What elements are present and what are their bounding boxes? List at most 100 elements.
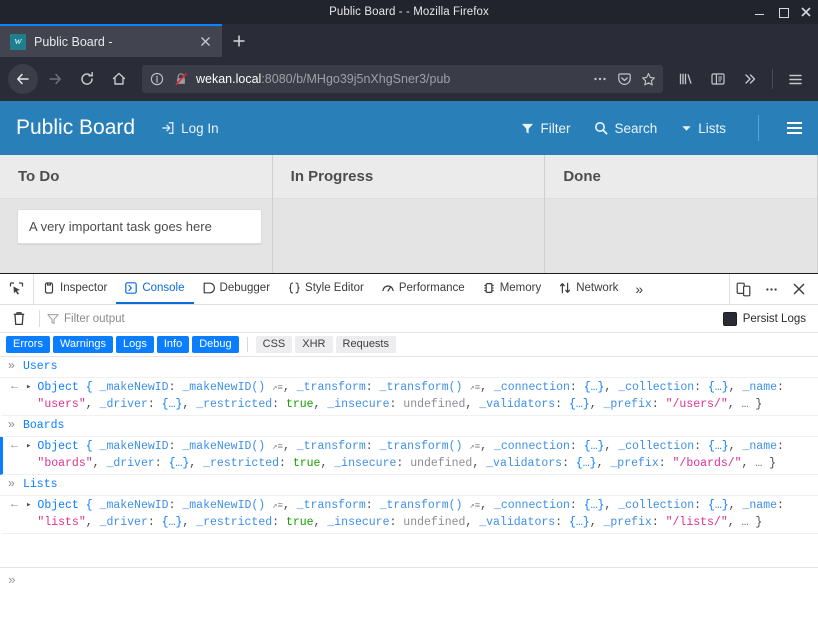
devtools-tab-label: Memory — [500, 282, 542, 294]
devtools-tab-label: Style Editor — [305, 282, 364, 294]
jump-to-definition-icon[interactable]: ↗≡ — [469, 442, 480, 452]
board-lists-button[interactable]: Lists — [681, 121, 726, 136]
devtools-tabbar: Inspector Console Debugger Style Editor … — [0, 274, 818, 305]
jump-to-definition-icon[interactable]: ↗≡ — [469, 501, 480, 511]
console-result-text: Object { _makeNewID: _makeNewID() ↗≡, _t… — [37, 498, 810, 531]
command-arrow-icon: » — [6, 359, 17, 373]
list-body — [273, 199, 545, 273]
filter-chip-info[interactable]: Info — [157, 336, 189, 354]
filter-chip-requests[interactable]: Requests — [336, 336, 396, 354]
filter-chip-warnings[interactable]: Warnings — [53, 336, 113, 354]
login-button[interactable]: Log In — [161, 121, 219, 136]
url-bar[interactable]: wekan.local:8080/b/MHgo39j5nXhgSner3/pub — [142, 65, 663, 93]
persist-logs-checkbox[interactable] — [723, 312, 737, 326]
list-header[interactable]: In Progress — [273, 155, 545, 199]
devtools-tab-console[interactable]: Console — [116, 274, 193, 304]
console-command-text: Boards — [23, 418, 810, 434]
window-title: Public Board - - Mozilla Firefox — [329, 6, 489, 18]
inspector-icon — [43, 282, 55, 294]
filter-chip-css[interactable]: CSS — [256, 336, 293, 354]
page-actions-icon[interactable] — [591, 70, 609, 88]
devtools-panel: Inspector Console Debugger Style Editor … — [0, 273, 818, 625]
devtools-tab-network[interactable]: Network — [550, 274, 627, 304]
chip-divider — [247, 337, 248, 352]
devtools-meatball-menu-icon[interactable] — [758, 274, 784, 304]
back-button-icon[interactable] — [8, 64, 38, 94]
library-icon[interactable] — [671, 64, 701, 94]
filter-chip-debug[interactable]: Debug — [192, 336, 238, 354]
close-button[interactable] — [800, 6, 812, 18]
browser-tab[interactable]: w Public Board - — [0, 24, 222, 57]
bookmark-star-icon[interactable] — [639, 70, 657, 88]
list-title: Done — [563, 168, 601, 185]
list-done[interactable]: Done — [545, 155, 818, 273]
toolbar-divider — [772, 69, 773, 89]
devtools-tab-style-editor[interactable]: Style Editor — [279, 274, 373, 304]
console-input[interactable]: » — [0, 567, 818, 625]
board-filter-button[interactable]: Filter — [521, 121, 570, 136]
jump-to-definition-icon[interactable]: ↗≡ — [272, 383, 283, 393]
list-in-progress[interactable]: In Progress — [273, 155, 546, 273]
sidebar-icon[interactable] — [703, 64, 733, 94]
list-title: In Progress — [291, 168, 374, 185]
console-output[interactable]: » Users ←▸Object { _makeNewID: _makeNewID(… — [0, 357, 818, 567]
devtools-tabs-overflow-icon[interactable]: » — [627, 274, 651, 304]
devtools-tab-inspector[interactable]: Inspector — [34, 274, 116, 304]
forward-button-icon[interactable] — [40, 64, 70, 94]
jump-to-definition-icon[interactable]: ↗≡ — [272, 501, 283, 511]
url-text[interactable]: wekan.local:8080/b/MHgo39j5nXhgSner3/pub — [196, 72, 585, 86]
console-result-row[interactable]: ←▸Object { _makeNewID: _makeNewID() ↗≡, … — [0, 378, 818, 416]
board-search-button[interactable]: Search — [594, 121, 657, 136]
tab-close-icon[interactable] — [196, 33, 214, 51]
console-command-row[interactable]: »Lists — [0, 475, 818, 496]
expand-twisty-icon[interactable]: ▸ — [26, 498, 31, 510]
devtools-tab-performance[interactable]: Performance — [373, 274, 474, 304]
board-card[interactable]: A very important task goes here — [17, 209, 262, 244]
minimize-button[interactable] — [754, 6, 766, 18]
console-result-row[interactable]: ←▸Object { _makeNewID: _makeNewID() ↗≡, … — [0, 437, 818, 475]
tab-title: Public Board - — [34, 35, 188, 49]
insecure-lock-icon[interactable] — [172, 70, 190, 88]
filter-icon — [521, 122, 534, 135]
board-title: Public Board — [16, 116, 135, 140]
devtools-tab-label: Network — [576, 282, 618, 294]
list-body: A very important task goes here — [0, 199, 272, 273]
console-result-row[interactable]: ←▸Object { _makeNewID: _makeNewID() ↗≡, … — [0, 496, 818, 534]
list-todo[interactable]: To Do A very important task goes here — [0, 155, 273, 273]
persist-logs-toggle[interactable]: Persist Logs — [723, 312, 812, 326]
maximize-button[interactable] — [777, 6, 789, 18]
command-arrow-icon: » — [6, 418, 17, 432]
list-header[interactable]: To Do — [0, 155, 272, 199]
board-header: Public Board Log In Filter Search Lists — [0, 101, 818, 155]
devtools-close-icon[interactable] — [786, 274, 812, 304]
console-filter-input[interactable]: Filter output — [47, 313, 719, 325]
console-command-text: Users — [23, 359, 810, 375]
devtools-tab-label: Debugger — [220, 282, 271, 294]
console-command-row[interactable]: » Users — [0, 357, 818, 378]
expand-twisty-icon[interactable]: ▸ — [26, 439, 31, 451]
filter-chip-xhr[interactable]: XHR — [295, 336, 332, 354]
new-tab-button[interactable] — [222, 24, 256, 57]
reload-button-icon[interactable] — [72, 64, 102, 94]
app-menu-hamburger-icon[interactable] — [780, 64, 810, 94]
list-body — [545, 199, 817, 273]
pocket-icon[interactable] — [615, 70, 633, 88]
filter-chip-logs[interactable]: Logs — [116, 336, 154, 354]
devtools-tab-memory[interactable]: Memory — [474, 274, 551, 304]
home-button-icon[interactable] — [104, 64, 134, 94]
expand-twisty-icon[interactable]: ▸ — [26, 380, 31, 392]
devtools-tab-debugger[interactable]: Debugger — [194, 274, 280, 304]
board-menu-hamburger-icon[interactable] — [787, 122, 802, 134]
element-picker-icon[interactable] — [0, 274, 34, 304]
overflow-chevron-icon[interactable] — [735, 64, 765, 94]
jump-to-definition-icon[interactable]: ↗≡ — [272, 442, 283, 452]
console-command-row[interactable]: » Boards — [0, 416, 818, 437]
responsive-design-mode-icon[interactable] — [730, 274, 756, 304]
jump-to-definition-icon[interactable]: ↗≡ — [469, 383, 480, 393]
list-header[interactable]: Done — [545, 155, 817, 199]
window-controls — [754, 0, 812, 24]
page-info-icon[interactable] — [148, 70, 166, 88]
board-lists-label: Lists — [698, 121, 726, 136]
clear-console-trash-icon[interactable] — [6, 308, 32, 330]
filter-chip-errors[interactable]: Errors — [6, 336, 50, 354]
